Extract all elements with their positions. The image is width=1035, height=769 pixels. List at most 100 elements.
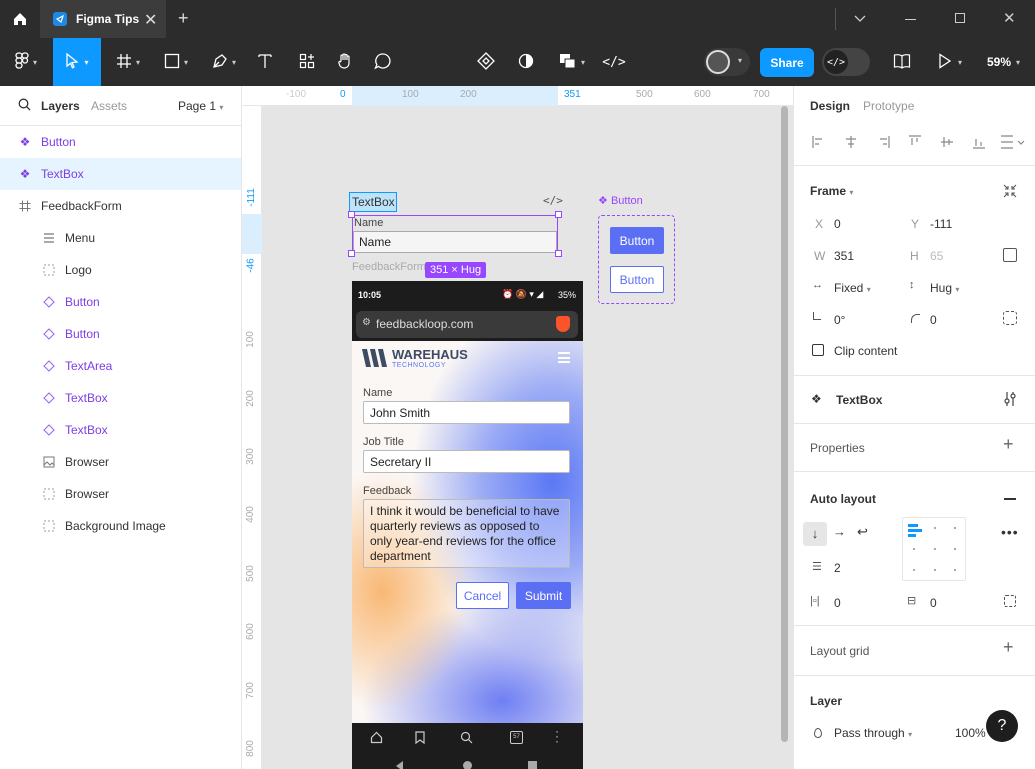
avatar[interactable]: ▾ xyxy=(704,48,750,76)
width-mode-select[interactable]: Fixed ▾ xyxy=(834,281,871,295)
android-home-icon[interactable] xyxy=(463,761,472,769)
resources-button[interactable] xyxy=(292,38,322,86)
align-right-icon[interactable] xyxy=(876,135,890,152)
layer-row[interactable]: TextBox xyxy=(0,414,241,446)
align-top-icon[interactable] xyxy=(908,135,922,152)
url-field[interactable]: ⚙ feedbackloop.com xyxy=(356,311,578,338)
main-menu-button[interactable]: ▾ xyxy=(4,38,48,86)
button-secondary[interactable]: Button xyxy=(610,266,664,293)
align-center-h-icon[interactable] xyxy=(844,135,858,152)
pen-tool-button[interactable]: ▾ xyxy=(204,38,244,86)
tab-prototype[interactable]: Prototype xyxy=(863,99,914,113)
submit-button[interactable]: Submit xyxy=(516,582,571,609)
constrain-proportions-icon[interactable] xyxy=(1003,248,1017,262)
layer-row[interactable]: Menu xyxy=(0,222,241,254)
textbox-code-icon[interactable]: </> xyxy=(543,194,563,207)
align-bottom-icon[interactable] xyxy=(972,135,986,152)
y-input[interactable]: -111 xyxy=(930,217,952,231)
present-button[interactable]: ▾ xyxy=(930,38,970,86)
android-recents-icon[interactable] xyxy=(528,761,537,769)
resize-handle[interactable] xyxy=(348,211,355,218)
layer-row[interactable]: ❖ Button xyxy=(0,126,241,158)
tab-figma-tips[interactable]: Figma Tips ✕ xyxy=(40,0,166,38)
textbox-tag[interactable]: TextBox xyxy=(349,192,397,212)
resize-handle[interactable] xyxy=(555,211,562,218)
layer-row[interactable]: Button xyxy=(0,318,241,350)
browser-search-icon[interactable] xyxy=(460,731,473,747)
cancel-button[interactable]: Cancel xyxy=(456,582,509,609)
x-input[interactable]: 0 xyxy=(834,217,841,231)
layer-row[interactable]: Background Image xyxy=(0,510,241,542)
create-component-button[interactable] xyxy=(472,38,500,86)
resize-handle[interactable] xyxy=(348,250,355,257)
textbox-field[interactable]: Name xyxy=(353,231,557,253)
brave-shield-icon[interactable] xyxy=(556,316,570,332)
add-layout-grid-icon[interactable]: + xyxy=(1003,637,1014,658)
frame-title[interactable]: Frame ▾ xyxy=(810,184,853,198)
window-close-icon[interactable]: ✕ xyxy=(1003,9,1016,27)
direction-wrap-icon[interactable]: ↩ xyxy=(857,524,868,540)
layer-row[interactable]: TextBox xyxy=(0,382,241,414)
browser-more-icon[interactable]: · · · xyxy=(555,725,559,747)
frame-tool-button[interactable]: ▾ xyxy=(108,38,148,86)
canvas-scrollbar[interactable] xyxy=(781,106,788,742)
feedback-frame-label[interactable]: FeedbackForm xyxy=(352,261,426,273)
gap-input[interactable]: 2 xyxy=(834,561,841,575)
zoom-menu[interactable]: 59% ▾ xyxy=(976,38,1031,86)
tab-layers[interactable]: Layers xyxy=(41,99,80,113)
library-button[interactable] xyxy=(888,38,916,86)
component-settings-icon[interactable] xyxy=(1004,391,1016,410)
horizontal-padding-input[interactable]: 0 xyxy=(834,596,841,610)
mask-button[interactable] xyxy=(512,38,540,86)
align-left-icon[interactable] xyxy=(812,135,826,152)
home-icon[interactable] xyxy=(0,0,40,38)
tab-close-icon[interactable]: ✕ xyxy=(144,10,157,30)
browser-home-icon[interactable] xyxy=(370,731,383,747)
text-tool-button[interactable] xyxy=(250,38,280,86)
blend-mode-select[interactable]: Pass through ▾ xyxy=(834,726,912,740)
layer-row[interactable]: Browser xyxy=(0,446,241,478)
button-component[interactable]: Button Button xyxy=(598,215,675,304)
rotation-input[interactable]: 0° xyxy=(834,313,845,327)
search-icon[interactable] xyxy=(18,98,31,114)
remove-auto-layout-icon[interactable] xyxy=(1004,498,1016,500)
dev-mode-toggle-left[interactable]: </> xyxy=(600,38,628,86)
direction-horizontal-icon[interactable]: → xyxy=(833,524,846,539)
comment-tool-button[interactable] xyxy=(368,38,398,86)
feedback-form-frame[interactable]: 10:05 ⏰ 🔕 ▾ ◢ 35% ⚙ feedbackloop.com WAR… xyxy=(352,281,583,769)
tab-count-badge[interactable]: 57 xyxy=(510,731,523,744)
layer-row[interactable]: Logo xyxy=(0,254,241,286)
hand-tool-button[interactable] xyxy=(330,38,360,86)
help-button[interactable]: ? xyxy=(986,710,1018,742)
w-input[interactable]: 351 xyxy=(834,249,854,263)
share-button[interactable]: Share xyxy=(760,48,814,77)
independent-padding-icon[interactable] xyxy=(1004,595,1016,607)
independent-corners-icon[interactable] xyxy=(1003,311,1017,325)
button-component-label[interactable]: ❖ Button xyxy=(598,194,643,207)
android-back-icon[interactable] xyxy=(396,761,403,769)
h-input[interactable]: 65 xyxy=(930,249,943,263)
boolean-button[interactable]: ▾ xyxy=(552,38,592,86)
resize-handle[interactable] xyxy=(555,250,562,257)
layer-row[interactable]: ❖ TextBox xyxy=(0,158,241,190)
feedback-textarea[interactable]: I think it would be beneficial to have q… xyxy=(363,499,570,568)
layer-row[interactable]: Browser xyxy=(0,478,241,510)
page-selector[interactable]: Page 1 ▾ xyxy=(178,99,223,113)
tab-design[interactable]: Design xyxy=(810,99,850,113)
layer-row[interactable]: TextArea xyxy=(0,350,241,382)
textbox-component[interactable]: Name Name xyxy=(352,215,558,253)
alignment-grid[interactable] xyxy=(902,517,966,581)
add-property-icon[interactable]: + xyxy=(1003,434,1014,455)
align-center-v-icon[interactable] xyxy=(940,135,954,152)
height-mode-select[interactable]: Hug ▾ xyxy=(930,281,959,295)
tab-assets[interactable]: Assets xyxy=(91,99,127,113)
radius-input[interactable]: 0 xyxy=(930,313,937,327)
direction-vertical-icon[interactable]: ↓ xyxy=(803,522,827,546)
clip-content-checkbox[interactable] xyxy=(812,344,824,356)
maximize-icon[interactable] xyxy=(955,13,965,23)
layer-row[interactable]: Button xyxy=(0,286,241,318)
name-input[interactable]: John Smith xyxy=(363,401,570,424)
opacity-input[interactable]: 100% xyxy=(955,726,986,740)
button-primary[interactable]: Button xyxy=(610,227,664,254)
new-tab-icon[interactable]: + xyxy=(178,8,189,29)
